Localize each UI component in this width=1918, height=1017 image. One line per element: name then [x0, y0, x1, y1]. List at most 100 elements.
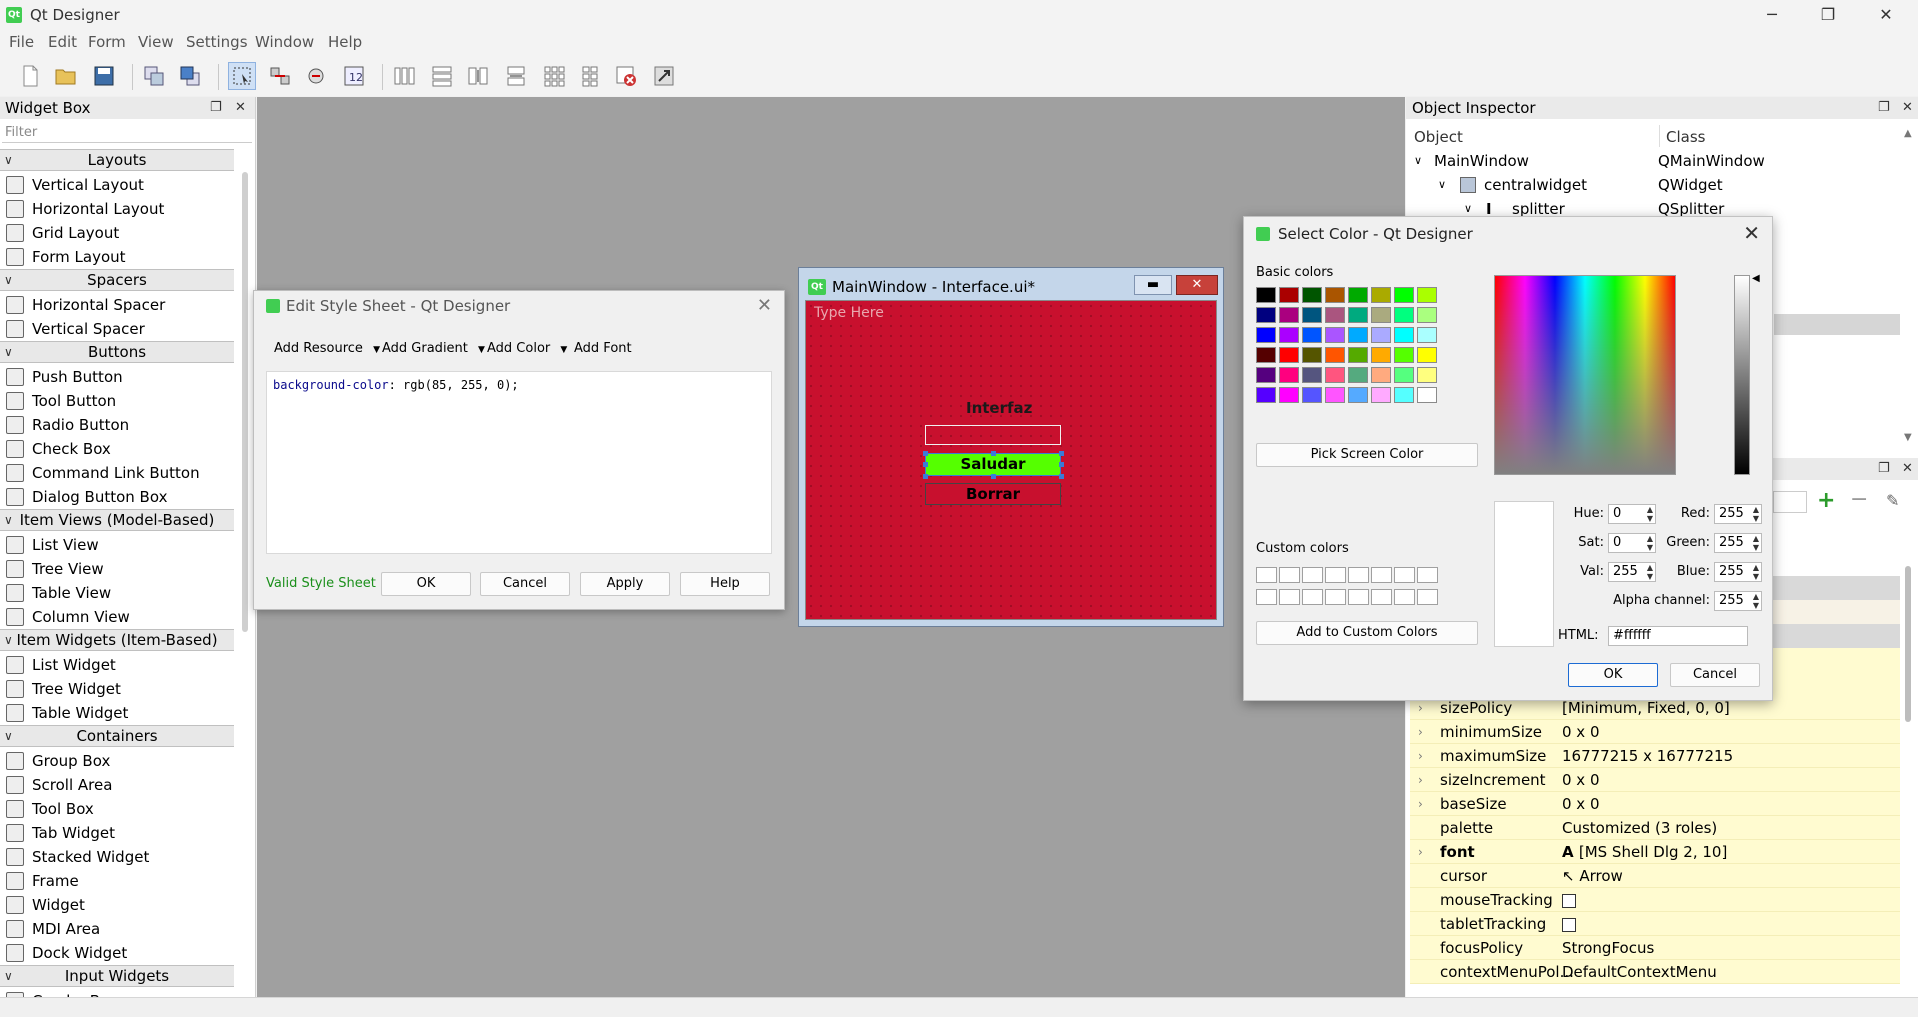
custom-color-swatch[interactable] [1279, 589, 1300, 605]
filter-input[interactable]: Filter [2, 123, 252, 143]
custom-color-swatch[interactable] [1371, 589, 1392, 605]
menu-window[interactable]: Window [255, 33, 314, 51]
add-gradient-button[interactable]: Add Gradient ▼ [382, 341, 485, 356]
custom-color-swatch[interactable] [1256, 589, 1277, 605]
basic-color-swatch[interactable] [1256, 387, 1276, 403]
layout-h-splitter-icon[interactable] [464, 62, 492, 90]
category-header[interactable]: ∨ Spacers [0, 269, 234, 291]
basic-color-swatch[interactable] [1325, 327, 1345, 343]
column-header-object[interactable]: Object [1414, 128, 1463, 146]
cancel-button[interactable]: Cancel [1670, 663, 1760, 687]
chevron-right-icon[interactable]: › [1418, 792, 1423, 816]
basic-color-swatch[interactable] [1325, 387, 1345, 403]
color-spectrum[interactable] [1494, 275, 1676, 475]
basic-color-swatch[interactable] [1325, 307, 1345, 323]
widget-item[interactable]: Column View [6, 605, 130, 629]
basic-color-swatch[interactable] [1394, 307, 1414, 323]
layout-horizontal-icon[interactable] [390, 62, 418, 90]
property-filter-input[interactable] [1773, 491, 1807, 513]
resize-handle[interactable] [1059, 451, 1064, 456]
remove-property-icon[interactable]: − [1850, 487, 1868, 512]
wrench-icon[interactable]: ✎ [1886, 491, 1899, 510]
stylesheet-editor[interactable]: background-color: rgb(85, 255, 0); [266, 371, 772, 554]
custom-color-swatch[interactable] [1348, 567, 1369, 583]
custom-color-swatch[interactable] [1302, 589, 1323, 605]
category-header[interactable]: ∨ Item Views (Model-Based) [0, 509, 234, 531]
close-icon[interactable]: ✕ [757, 295, 772, 316]
widget-item[interactable]: Vertical Spacer [6, 317, 145, 341]
resize-handle[interactable] [1059, 474, 1064, 479]
basic-color-swatch[interactable] [1417, 347, 1437, 363]
chevron-right-icon[interactable]: › [1418, 720, 1423, 744]
close-dock-icon[interactable]: ✕ [1902, 461, 1913, 476]
custom-color-swatch[interactable] [1279, 567, 1300, 583]
scroll-down-icon[interactable]: ▼ [1904, 432, 1912, 443]
minimize-button[interactable]: ─ [1744, 0, 1800, 30]
widget-item[interactable]: List Widget [6, 653, 116, 677]
custom-color-swatch[interactable] [1325, 589, 1346, 605]
property-row[interactable]: contextMenuPol... DefaultContextMenu [1410, 960, 1900, 984]
scrollbar[interactable] [1905, 566, 1911, 722]
widget-item[interactable]: Dock Widget [6, 941, 127, 965]
property-row[interactable]: tabletTracking [1410, 912, 1900, 936]
spin-arrows-icon[interactable]: ▲ ▼ [1753, 592, 1759, 610]
layout-vertical-icon[interactable] [428, 62, 456, 90]
html-input[interactable]: #ffffff [1608, 626, 1748, 646]
property-row[interactable]: focusPolicy StrongFocus [1410, 936, 1900, 960]
bring-to-front-icon[interactable] [176, 62, 204, 90]
float-dock-icon[interactable]: ❐ [1878, 100, 1890, 115]
checkbox[interactable] [1562, 893, 1576, 908]
custom-color-swatch[interactable] [1302, 567, 1323, 583]
basic-color-swatch[interactable] [1348, 367, 1368, 383]
saludar-button[interactable]: Saludar [925, 453, 1061, 476]
add-font-button[interactable]: Add Font [574, 341, 632, 356]
property-row[interactable]: › maximumSize 16777215 x 16777215 [1410, 744, 1900, 768]
basic-color-swatch[interactable] [1417, 327, 1437, 343]
luminance-slider[interactable] [1734, 275, 1750, 475]
checkbox[interactable] [1562, 917, 1576, 932]
widget-item[interactable]: Horizontal Spacer [6, 293, 165, 317]
basic-color-swatch[interactable] [1348, 307, 1368, 323]
basic-color-swatch[interactable] [1325, 347, 1345, 363]
spin-arrows-icon[interactable]: ▲ ▼ [1753, 563, 1759, 581]
widget-item[interactable]: Horizontal Layout [6, 197, 164, 221]
basic-color-swatch[interactable] [1394, 367, 1414, 383]
close-dock-icon[interactable]: ✕ [235, 100, 246, 115]
resize-handle[interactable] [923, 462, 928, 467]
widget-item[interactable]: Check Box [6, 437, 111, 461]
property-row[interactable]: › sizeIncrement 0 x 0 [1410, 768, 1900, 792]
float-dock-icon[interactable]: ❐ [1878, 461, 1890, 476]
pick-screen-color-button[interactable]: Pick Screen Color [1256, 443, 1478, 467]
custom-color-swatch[interactable] [1394, 589, 1415, 605]
form-window[interactable]: Qt MainWindow - Interface.ui* ▬ ✕ Type H… [798, 267, 1224, 627]
help-button[interactable]: Help [680, 572, 770, 596]
chevron-right-icon[interactable]: › [1418, 744, 1423, 768]
basic-color-swatch[interactable] [1348, 327, 1368, 343]
new-file-icon[interactable] [16, 62, 44, 90]
resize-handle[interactable] [991, 451, 996, 456]
basic-color-swatch[interactable] [1279, 347, 1299, 363]
menu-placeholder[interactable]: Type Here [814, 305, 884, 321]
menu-settings[interactable]: Settings [186, 33, 248, 51]
resize-handle[interactable] [991, 474, 996, 479]
custom-color-swatch[interactable] [1417, 567, 1438, 583]
basic-color-swatch[interactable] [1256, 307, 1276, 323]
alpha-spinbox[interactable]: 255 ▲ ▼ [1714, 591, 1762, 611]
widget-item[interactable]: Tool Button [6, 389, 116, 413]
basic-color-swatch[interactable] [1417, 307, 1437, 323]
widget-item[interactable]: Stacked Widget [6, 845, 149, 869]
basic-color-swatch[interactable] [1394, 287, 1414, 303]
custom-color-swatch[interactable] [1325, 567, 1346, 583]
category-header[interactable]: ∨ Layouts [0, 149, 234, 171]
basic-color-swatch[interactable] [1394, 387, 1414, 403]
widget-item[interactable]: Scroll Area [6, 773, 112, 797]
custom-color-swatch[interactable] [1417, 589, 1438, 605]
open-folder-icon[interactable] [52, 62, 80, 90]
basic-color-swatch[interactable] [1256, 287, 1276, 303]
borrar-button[interactable]: Borrar [925, 483, 1061, 505]
basic-color-swatch[interactable] [1371, 307, 1391, 323]
adjust-size-icon[interactable] [650, 62, 678, 90]
basic-color-swatch[interactable] [1302, 387, 1322, 403]
basic-color-swatch[interactable] [1279, 387, 1299, 403]
add-color-button[interactable]: Add Color ▼ [487, 341, 567, 356]
